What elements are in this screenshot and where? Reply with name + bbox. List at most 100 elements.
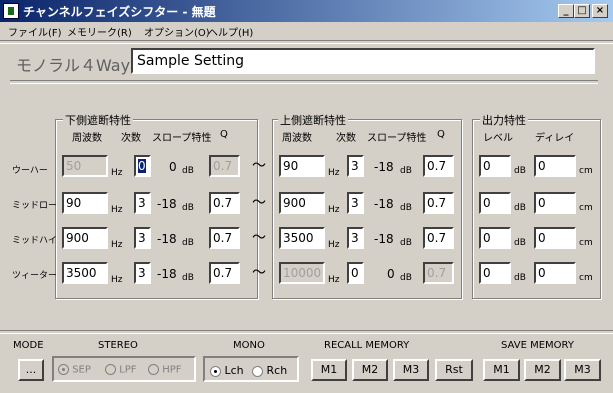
hz-unit: Hz xyxy=(328,168,340,178)
level-input[interactable]: 0 xyxy=(479,227,511,249)
save-m2-button[interactable]: M2 xyxy=(524,359,561,381)
low-freq-input[interactable]: 900 xyxy=(62,227,108,249)
high-order-header: 次数 xyxy=(336,133,356,144)
stereo-hpf-option: HPF xyxy=(148,364,182,376)
menu-option[interactable]: オプション(O) xyxy=(144,24,210,39)
high-q-input[interactable]: 0.7 xyxy=(423,262,454,284)
model-label: モノラル４Way xyxy=(16,56,131,75)
menu-help[interactable]: ヘルプ(H) xyxy=(208,24,253,39)
tilde-separator: ～ xyxy=(252,265,266,281)
menu-file[interactable]: ファイル(F) xyxy=(8,24,62,39)
close-button[interactable]: × xyxy=(592,4,608,18)
low-q-input[interactable]: 0.7 xyxy=(209,192,240,214)
low-q-input[interactable]: 0.7 xyxy=(209,155,240,177)
mono-rch-radio[interactable] xyxy=(252,365,263,377)
save-m1-button[interactable]: M1 xyxy=(483,359,520,381)
recall-m3-button[interactable]: M3 xyxy=(393,359,429,381)
row-label-mid-low: ミッドロー xyxy=(12,201,58,211)
cm-unit: cm xyxy=(579,238,593,248)
db-unit: dB xyxy=(514,166,526,176)
low-freq-header: 周波数 xyxy=(72,133,102,144)
low-q-input[interactable]: 0.7 xyxy=(209,227,240,249)
mode-button[interactable]: ... xyxy=(18,359,44,381)
window-title: チャンネルフェイズシフター - 無題 xyxy=(23,5,216,19)
row-label-woofer: ウーハー xyxy=(12,166,48,176)
low-freq-input[interactable]: 50 xyxy=(62,155,108,177)
high-freq-header: 周波数 xyxy=(282,133,312,144)
high-freq-input[interactable]: 10000 xyxy=(279,262,325,284)
hz-unit: Hz xyxy=(111,275,123,285)
high-slope-value: -18 xyxy=(374,197,394,211)
db-unit: dB xyxy=(400,273,412,283)
delay-input[interactable]: 0 xyxy=(534,262,576,284)
high-freq-input[interactable]: 3500 xyxy=(279,227,325,249)
low-slope-value: -18 xyxy=(157,232,177,246)
mode-label: MODE xyxy=(13,340,44,351)
db-unit: dB xyxy=(182,273,194,283)
db-unit: dB xyxy=(182,166,194,176)
low-slope-value: -18 xyxy=(157,197,177,211)
db-unit: dB xyxy=(400,203,412,213)
mono-lch-radio[interactable] xyxy=(210,365,221,377)
high-cut-title: 上側遮断特性 xyxy=(278,112,348,128)
save-m3-button[interactable]: M3 xyxy=(564,359,601,381)
low-cut-title: 下側遮断特性 xyxy=(63,112,133,128)
maximize-button[interactable]: □ xyxy=(574,4,590,18)
hz-unit: Hz xyxy=(328,240,340,250)
hz-unit: Hz xyxy=(111,205,123,215)
high-order-input[interactable]: 3 xyxy=(347,155,364,177)
level-input[interactable]: 0 xyxy=(479,155,511,177)
db-unit: dB xyxy=(400,166,412,176)
high-order-input[interactable]: 0 xyxy=(347,262,364,284)
stereo-lpf-option: LPF xyxy=(105,364,137,376)
db-unit: dB xyxy=(514,238,526,248)
high-q-input[interactable]: 0.7 xyxy=(423,155,454,177)
low-q-input[interactable]: 0.7 xyxy=(209,262,240,284)
tilde-separator: ～ xyxy=(252,230,266,246)
high-q-input[interactable]: 0.7 xyxy=(423,192,454,214)
high-slope-value: 0 xyxy=(387,267,395,281)
db-unit: dB xyxy=(400,238,412,248)
high-freq-input[interactable]: 90 xyxy=(279,155,325,177)
db-unit: dB xyxy=(514,203,526,213)
delay-input[interactable]: 0 xyxy=(534,227,576,249)
cm-unit: cm xyxy=(579,203,593,213)
recall-reset-button[interactable]: Rst xyxy=(435,359,473,381)
high-order-input[interactable]: 3 xyxy=(347,227,364,249)
minimize-button[interactable]: _ xyxy=(558,4,574,18)
menu-memory[interactable]: メモリーク(R) xyxy=(67,24,132,39)
delay-input[interactable]: 0 xyxy=(534,155,576,177)
low-order-input[interactable]: 0 xyxy=(134,155,151,177)
row-label-mid-high: ミッドハイ xyxy=(12,236,57,246)
level-input[interactable]: 0 xyxy=(479,192,511,214)
high-q-input[interactable]: 0.7 xyxy=(423,227,454,249)
delay-input[interactable]: 0 xyxy=(534,192,576,214)
db-unit: dB xyxy=(182,238,194,248)
hz-unit: Hz xyxy=(328,275,340,285)
low-slope-value: 0 xyxy=(169,160,177,174)
level-input[interactable]: 0 xyxy=(479,262,511,284)
high-freq-input[interactable]: 900 xyxy=(279,192,325,214)
low-order-input[interactable]: 3 xyxy=(134,227,151,249)
high-slope-header: スロープ特性 xyxy=(367,133,427,144)
app-icon[interactable] xyxy=(3,3,19,19)
stereo-lpf-radio xyxy=(105,364,116,375)
low-order-input[interactable]: 3 xyxy=(134,262,151,284)
level-header: レベル xyxy=(483,133,513,144)
low-freq-input[interactable]: 3500 xyxy=(62,262,108,284)
low-freq-input[interactable]: 90 xyxy=(62,192,108,214)
low-slope-header: スロープ特性 xyxy=(152,133,212,144)
header-divider xyxy=(10,80,598,84)
mono-lch-option[interactable]: Lch xyxy=(210,364,244,377)
setting-name-input[interactable]: Sample Setting xyxy=(131,48,595,74)
recall-memory-label: RECALL MEMORY xyxy=(324,340,410,351)
mono-rch-option[interactable]: Rch xyxy=(252,364,287,377)
mono-label: MONO xyxy=(233,340,265,351)
low-order-input[interactable]: 3 xyxy=(134,192,151,214)
recall-m2-button[interactable]: M2 xyxy=(352,359,388,381)
recall-m1-button[interactable]: M1 xyxy=(311,359,347,381)
high-order-input[interactable]: 3 xyxy=(347,192,364,214)
hz-unit: Hz xyxy=(111,168,123,178)
stereo-hpf-radio xyxy=(148,364,159,375)
high-slope-value: -18 xyxy=(374,160,394,174)
